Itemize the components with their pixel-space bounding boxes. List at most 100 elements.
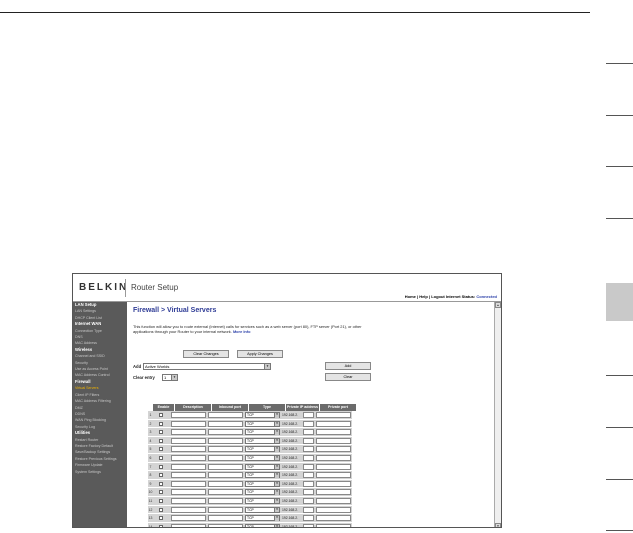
- column-header: Private IP address: [286, 404, 320, 411]
- private-port-input[interactable]: [316, 437, 351, 444]
- clear-changes-button[interactable]: Clear Changes: [183, 350, 229, 358]
- private-ip-input[interactable]: [303, 446, 314, 453]
- description-input[interactable]: [171, 446, 206, 453]
- enable-checkbox[interactable]: [159, 455, 163, 460]
- private-ip-input[interactable]: [303, 454, 314, 461]
- private-port-input[interactable]: [316, 489, 351, 496]
- enable-checkbox[interactable]: [159, 447, 163, 452]
- enable-checkbox[interactable]: [159, 464, 163, 469]
- more-info-link[interactable]: More Info: [233, 329, 251, 334]
- description-input[interactable]: [171, 497, 206, 504]
- description-input[interactable]: [171, 454, 206, 461]
- type-select[interactable]: TCP ▼: [245, 480, 280, 487]
- type-select[interactable]: TCP ▼: [245, 454, 280, 461]
- description-input[interactable]: [171, 515, 206, 522]
- type-select[interactable]: TCP ▼: [245, 463, 280, 470]
- inbound-port-input[interactable]: [208, 437, 243, 444]
- inbound-port-input[interactable]: [208, 489, 243, 496]
- description-input[interactable]: [171, 429, 206, 436]
- private-port-input[interactable]: [316, 523, 351, 527]
- private-port-input[interactable]: [316, 454, 351, 461]
- private-port-input[interactable]: [316, 472, 351, 479]
- private-ip-input[interactable]: [303, 437, 314, 444]
- inbound-port-input[interactable]: [208, 454, 243, 461]
- description-input[interactable]: [171, 437, 206, 444]
- private-port-input[interactable]: [316, 463, 351, 470]
- private-port-input[interactable]: [316, 497, 351, 504]
- table-row: 13 TCP ▼ 192.168.2.: [148, 514, 357, 523]
- type-select[interactable]: TCP ▼: [245, 472, 280, 479]
- header-links[interactable]: Home | Help | Logout Internet Status: Co…: [405, 294, 497, 299]
- private-port-input[interactable]: [316, 420, 351, 427]
- description-input[interactable]: [171, 480, 206, 487]
- private-ip-input[interactable]: [303, 497, 314, 504]
- sidebar-item[interactable]: System Settings: [73, 469, 127, 475]
- private-ip-input[interactable]: [303, 472, 314, 479]
- type-select[interactable]: TCP ▼: [245, 420, 280, 427]
- description-input[interactable]: [171, 463, 206, 470]
- inbound-port-input[interactable]: [208, 420, 243, 427]
- inbound-port-input[interactable]: [208, 472, 243, 479]
- description-cell: [170, 514, 207, 522]
- enable-checkbox[interactable]: [159, 498, 163, 503]
- enable-checkbox[interactable]: [159, 438, 163, 443]
- private-ip-input[interactable]: [303, 515, 314, 522]
- description-input[interactable]: [171, 420, 206, 427]
- private-ip-input[interactable]: [303, 429, 314, 436]
- type-select[interactable]: TCP ▼: [245, 523, 280, 527]
- type-select[interactable]: TCP ▼: [245, 412, 280, 418]
- inbound-port-input[interactable]: [208, 446, 243, 453]
- enable-checkbox[interactable]: [159, 507, 163, 512]
- private-ip-input[interactable]: [303, 420, 314, 427]
- description-input[interactable]: [171, 472, 206, 479]
- enable-checkbox[interactable]: [159, 481, 163, 486]
- header-nav-links[interactable]: Home | Help | Logout Internet Status:: [405, 294, 475, 299]
- scroll-down-icon[interactable]: ▼: [495, 523, 501, 527]
- scroll-up-icon[interactable]: ▲: [495, 302, 501, 308]
- inbound-port-input[interactable]: [208, 497, 243, 504]
- description-input[interactable]: [171, 412, 206, 418]
- type-select[interactable]: TCP ▼: [245, 497, 280, 504]
- clear-button[interactable]: Clear: [325, 373, 371, 381]
- apply-changes-button[interactable]: Apply Changes: [237, 350, 283, 358]
- private-port-input[interactable]: [316, 480, 351, 487]
- inbound-port-input[interactable]: [208, 412, 243, 418]
- description-input[interactable]: [171, 506, 206, 513]
- private-ip-input[interactable]: [303, 463, 314, 470]
- private-ip-input[interactable]: [303, 506, 314, 513]
- type-select[interactable]: TCP ▼: [245, 515, 280, 522]
- private-ip-input[interactable]: [303, 412, 314, 418]
- type-select[interactable]: TCP ▼: [245, 437, 280, 444]
- private-port-input[interactable]: [316, 506, 351, 513]
- private-port-input[interactable]: [316, 515, 351, 522]
- type-select[interactable]: TCP ▼: [245, 489, 280, 496]
- inbound-port-input[interactable]: [208, 506, 243, 513]
- clear-entry-select[interactable]: 1 ▼: [162, 374, 178, 381]
- scrollbar[interactable]: ▲ ▼: [494, 302, 501, 527]
- add-button[interactable]: Add: [325, 362, 371, 370]
- enable-checkbox[interactable]: [159, 473, 163, 478]
- enable-checkbox[interactable]: [159, 413, 163, 417]
- enable-checkbox[interactable]: [159, 516, 163, 521]
- enable-checkbox[interactable]: [159, 490, 163, 495]
- private-port-input[interactable]: [316, 429, 351, 436]
- description-input[interactable]: [171, 523, 206, 527]
- private-port-input[interactable]: [316, 446, 351, 453]
- type-select[interactable]: TCP ▼: [245, 429, 280, 436]
- inbound-port-input[interactable]: [208, 515, 243, 522]
- private-ip-input[interactable]: [303, 480, 314, 487]
- private-ip-input[interactable]: [303, 489, 314, 496]
- enable-checkbox[interactable]: [159, 524, 163, 527]
- private-port-input[interactable]: [316, 412, 351, 418]
- add-service-select[interactable]: Active Worlds ▼: [143, 363, 271, 370]
- inbound-port-input[interactable]: [208, 463, 243, 470]
- inbound-port-input[interactable]: [208, 429, 243, 436]
- inbound-port-input[interactable]: [208, 523, 243, 527]
- enable-checkbox[interactable]: [159, 421, 163, 426]
- private-ip-input[interactable]: [303, 523, 314, 527]
- type-select[interactable]: TCP ▼: [245, 446, 280, 453]
- description-input[interactable]: [171, 489, 206, 496]
- enable-checkbox[interactable]: [159, 430, 163, 435]
- inbound-port-input[interactable]: [208, 480, 243, 487]
- type-select[interactable]: TCP ▼: [245, 506, 280, 513]
